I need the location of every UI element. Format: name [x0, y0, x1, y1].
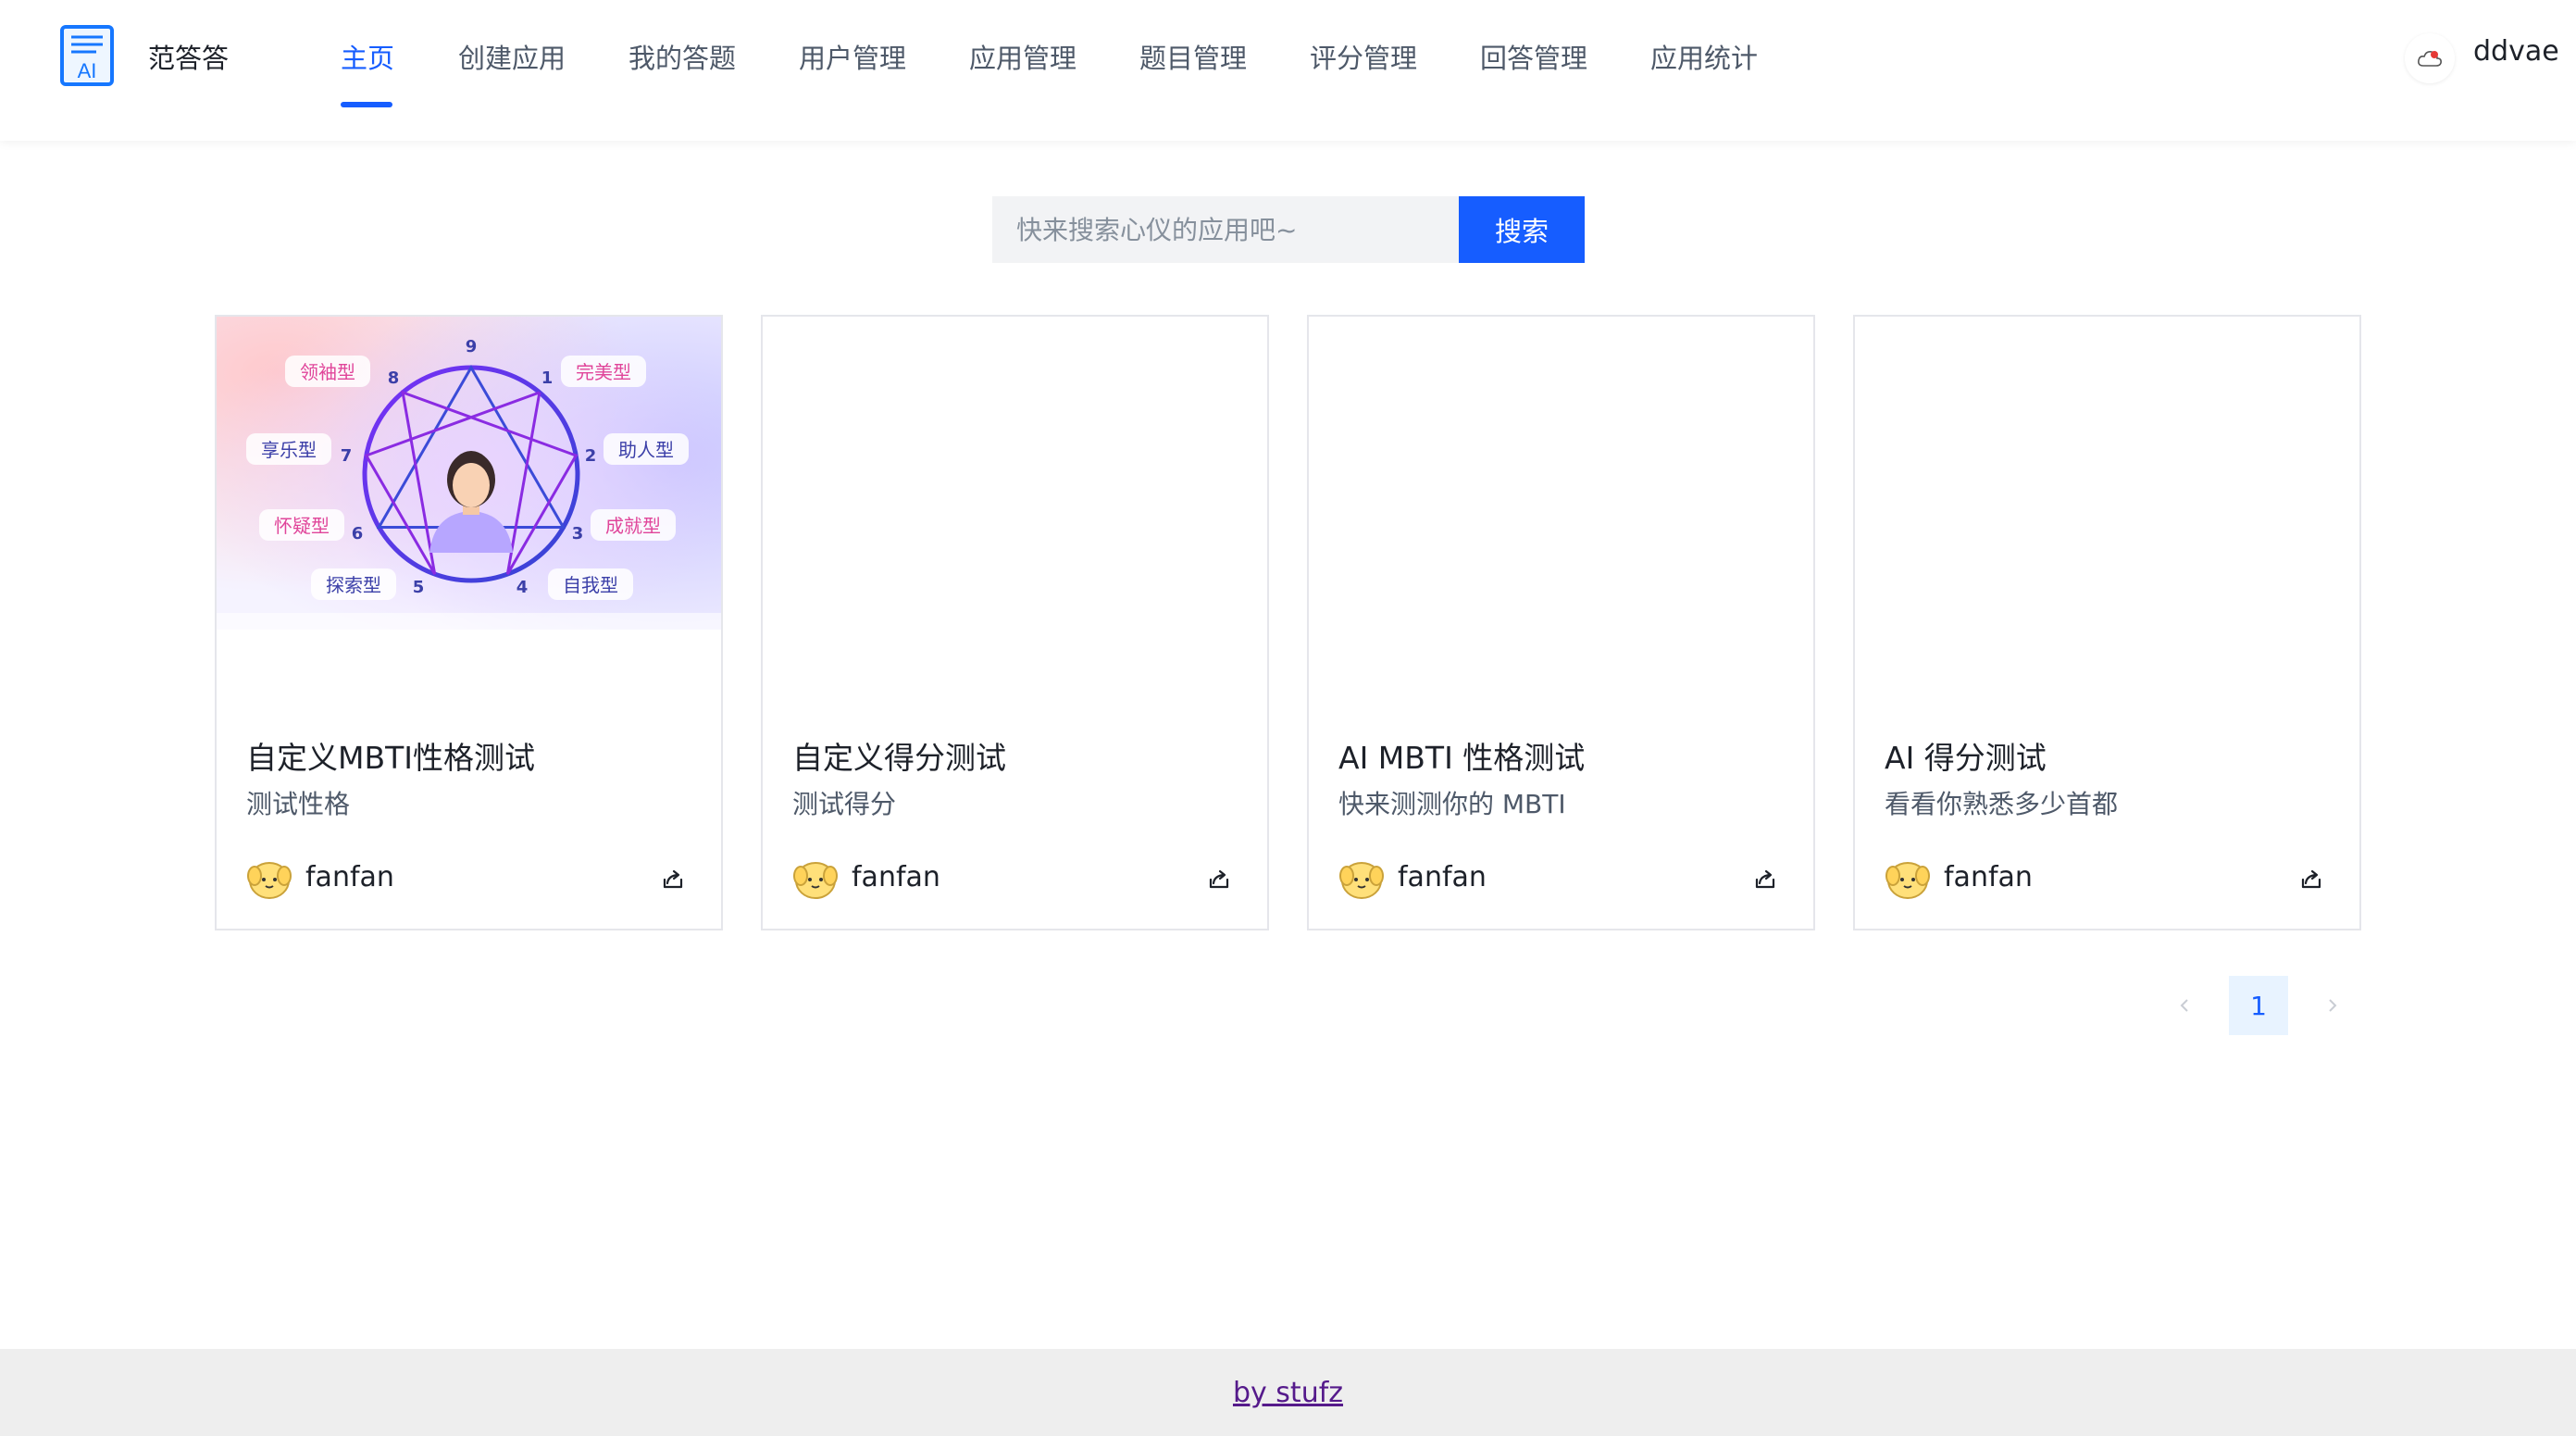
card-cover-image — [763, 317, 1267, 630]
card-description: 快来测测你的 MBTI — [1338, 789, 1566, 819]
footer: by stufz — [0, 1349, 2576, 1436]
app-logo-icon[interactable]: AI — [59, 24, 115, 87]
enneagram-number: 4 — [516, 578, 529, 597]
nav-my-answers[interactable]: 我的答题 — [628, 37, 736, 76]
pagination-next-button[interactable] — [2303, 976, 2362, 1035]
card-title: 自定义得分测试 — [792, 740, 1006, 776]
nav-app-admin[interactable]: 应用管理 — [969, 37, 1076, 76]
nav-scoring-admin[interactable]: 评分管理 — [1310, 37, 1417, 76]
card-author: fanfan — [1944, 861, 2033, 893]
type-label: 成就型 — [605, 515, 661, 537]
nav-user-admin[interactable]: 用户管理 — [799, 37, 906, 76]
enneagram-number: 9 — [466, 337, 478, 356]
pagination-prev-button[interactable] — [2155, 976, 2214, 1035]
enneagram-number: 2 — [585, 446, 597, 466]
search-button[interactable]: 搜索 — [1459, 196, 1585, 263]
card-title: AI 得分测试 — [1885, 740, 2047, 776]
card-cover-image — [1309, 317, 1813, 630]
enneagram-number: 8 — [388, 368, 400, 388]
enneagram-number: 6 — [352, 524, 364, 543]
app-card[interactable]: AI MBTI 性格测试 快来测测你的 MBTI fanfan — [1307, 315, 1815, 930]
card-description: 测试性格 — [246, 789, 351, 819]
share-icon[interactable] — [659, 865, 687, 893]
nav-home[interactable]: 主页 — [341, 37, 394, 76]
author-avatar — [793, 862, 838, 899]
chevron-left-icon — [2180, 999, 2188, 1012]
share-icon[interactable] — [1751, 865, 1779, 893]
author-avatar — [1885, 862, 1930, 899]
app-card[interactable]: 自定义得分测试 测试得分 fanfan — [761, 315, 1269, 930]
card-description: 看看你熟悉多少首都 — [1885, 789, 2119, 819]
type-label: 助人型 — [618, 439, 674, 461]
app-card[interactable]: AI 得分测试 看看你熟悉多少首都 fanfan — [1853, 315, 2361, 930]
cloud-avatar-icon — [2418, 51, 2442, 67]
card-author: fanfan — [852, 861, 940, 893]
type-label: 领袖型 — [300, 361, 355, 383]
card-title: 自定义MBTI性格测试 — [246, 740, 536, 776]
chevron-right-icon — [2329, 999, 2337, 1012]
username[interactable]: ddvae — [2473, 35, 2559, 68]
enneagram-number: 1 — [541, 368, 554, 388]
top-navbar: AI 范答答 主页 创建应用 我的答题 用户管理 应用管理 题目管理 评分管理 … — [0, 0, 2576, 141]
type-label: 完美型 — [576, 361, 631, 383]
card-author: fanfan — [305, 861, 394, 893]
search-input[interactable] — [992, 196, 1459, 263]
card-title: AI MBTI 性格测试 — [1338, 740, 1586, 776]
card-description: 测试得分 — [792, 789, 897, 819]
user-avatar[interactable] — [2405, 33, 2455, 83]
type-label: 享乐型 — [261, 439, 317, 461]
author-avatar — [247, 862, 292, 899]
brand-name: 范答答 — [148, 43, 230, 74]
author-avatar — [1339, 862, 1384, 899]
enneagram-number: 3 — [572, 524, 584, 543]
nav-active-indicator — [341, 102, 392, 107]
nav-app-stats[interactable]: 应用统计 — [1650, 37, 1758, 76]
card-author: fanfan — [1398, 861, 1487, 893]
nav-create-app[interactable]: 创建应用 — [458, 37, 566, 76]
footer-author-link[interactable]: by stufz — [1233, 1377, 1343, 1409]
type-label: 探索型 — [326, 574, 381, 596]
card-cover-image: 9 1 2 3 4 5 6 7 8 完美型 助人型 成就型 自我型 探索型 怀疑… — [217, 317, 721, 630]
enneagram-number: 7 — [341, 446, 353, 466]
type-label: 自我型 — [563, 574, 618, 596]
pagination-page-1[interactable]: 1 — [2229, 976, 2288, 1035]
share-icon[interactable] — [1205, 865, 1233, 893]
card-cover-image — [1855, 317, 2359, 630]
type-label: 怀疑型 — [274, 515, 330, 537]
enneagram-number: 5 — [413, 578, 425, 597]
nav-question-admin[interactable]: 题目管理 — [1139, 37, 1247, 76]
nav-answer-admin[interactable]: 回答管理 — [1480, 37, 1587, 76]
app-card[interactable]: 9 1 2 3 4 5 6 7 8 完美型 助人型 成就型 自我型 探索型 怀疑… — [215, 315, 723, 930]
share-icon[interactable] — [2297, 865, 2325, 893]
svg-text:AI: AI — [78, 59, 97, 82]
